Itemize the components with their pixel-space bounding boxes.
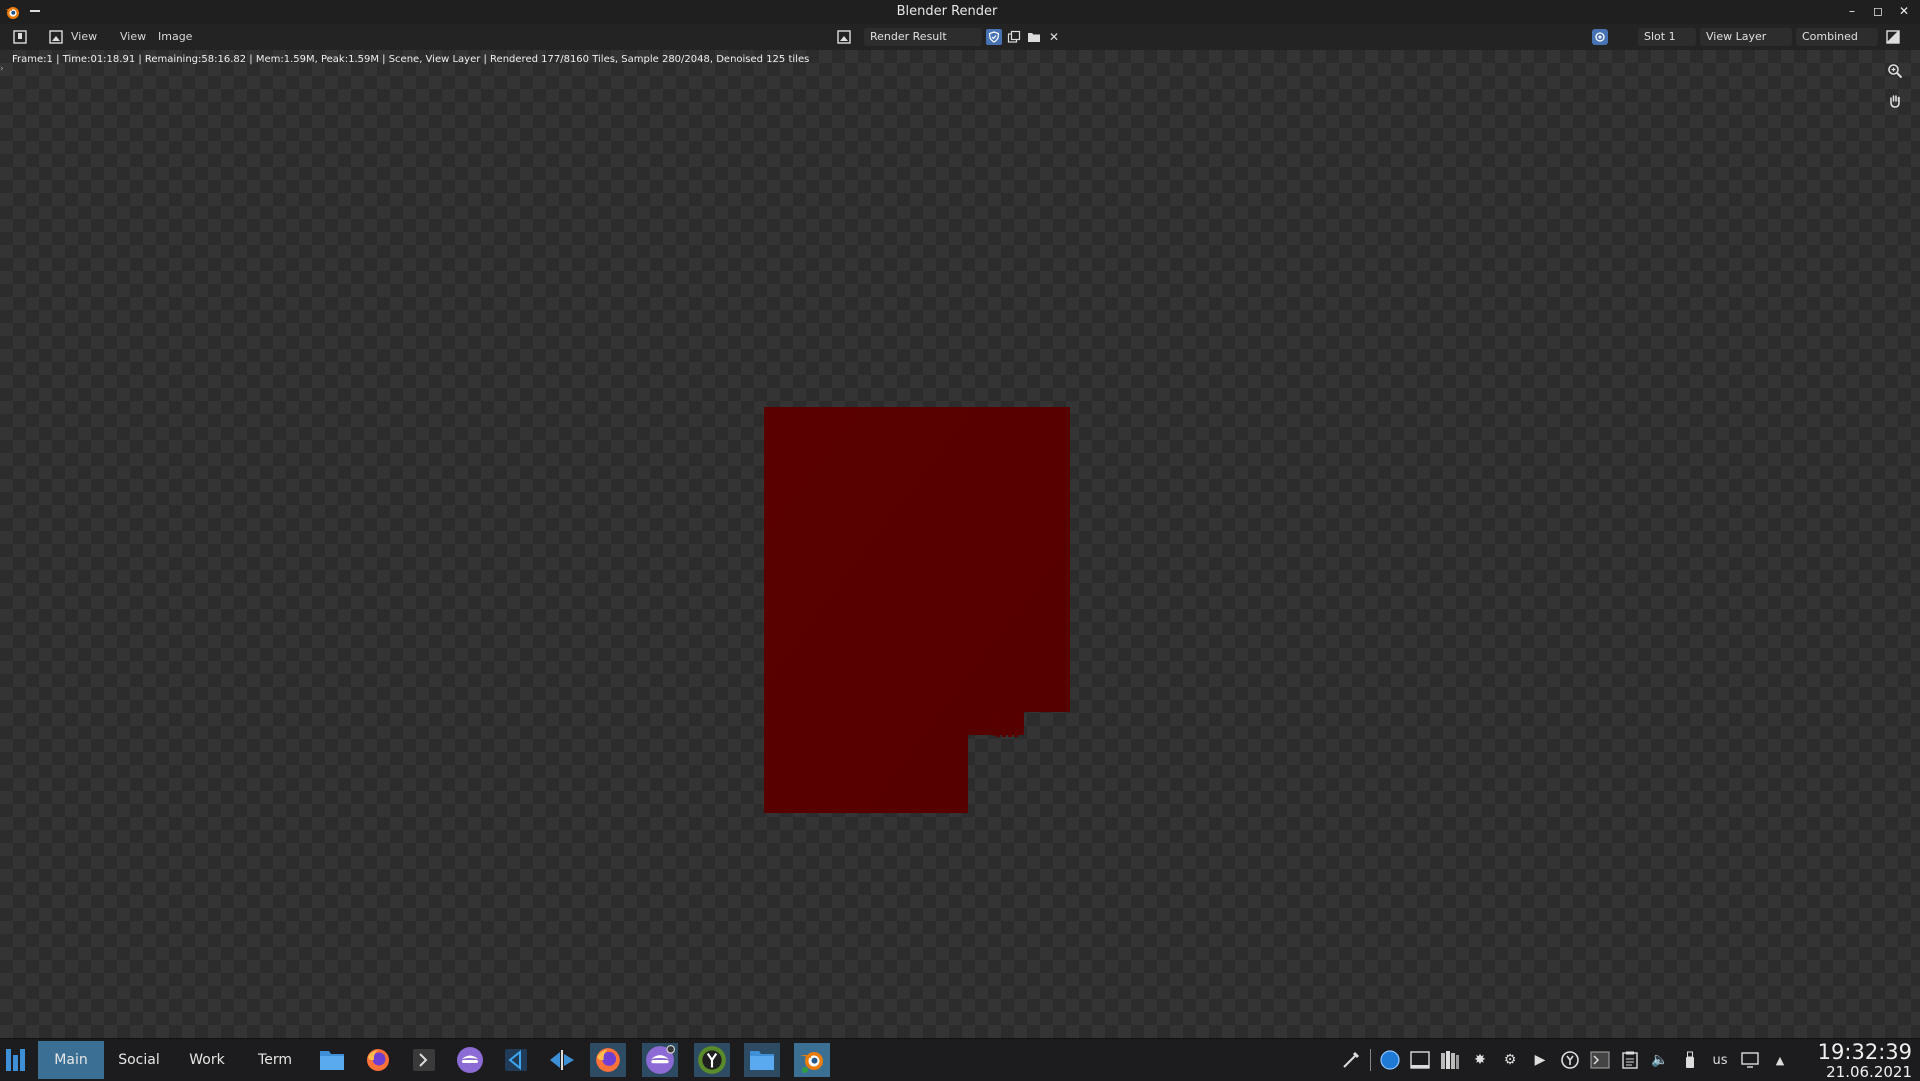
firefox-icon[interactable] xyxy=(360,1043,396,1077)
window-title: Blender Render xyxy=(896,4,998,19)
render-result-image xyxy=(764,407,1070,813)
color-picker-icon[interactable] xyxy=(1340,1049,1362,1071)
clock-time: 19:32:39 xyxy=(1817,1040,1912,1064)
keepassxc-icon[interactable] xyxy=(1559,1049,1581,1071)
image-view-icon[interactable] xyxy=(48,29,64,45)
terminal-tray-icon[interactable] xyxy=(1589,1049,1611,1071)
image-viewport[interactable]: Frame:1 | Time:01:18.91 | Remaining:58:1… xyxy=(0,50,1920,1038)
desktop-tab-work[interactable]: Work xyxy=(176,1041,238,1079)
kdeconnect-icon[interactable] xyxy=(544,1043,580,1077)
keepass-window-icon[interactable] xyxy=(694,1043,730,1077)
render-pass-dropdown[interactable]: Combined xyxy=(1796,28,1878,46)
fake-user-shield-icon[interactable] xyxy=(986,29,1002,45)
maximize-button[interactable]: ◻ xyxy=(1870,3,1886,19)
file-manager-window-icon[interactable] xyxy=(744,1043,780,1077)
signal-window-icon[interactable] xyxy=(642,1043,678,1077)
terminal-icon[interactable] xyxy=(406,1043,442,1077)
library-icon[interactable] xyxy=(1439,1049,1461,1071)
view-mode-dropdown[interactable]: View xyxy=(71,28,97,46)
clock[interactable]: 19:32:39 21.06.2021 xyxy=(1818,1041,1912,1081)
start-menu-icon[interactable] xyxy=(4,1047,30,1073)
clock-date: 21.06.2021 xyxy=(1826,1063,1912,1081)
media-icon[interactable]: ▶ xyxy=(1529,1049,1551,1071)
minimize-button[interactable]: – xyxy=(1844,3,1860,19)
duplicate-image-icon[interactable] xyxy=(1006,29,1022,45)
signal-icon[interactable] xyxy=(452,1043,488,1077)
blender-window-icon[interactable] xyxy=(794,1043,830,1077)
pan-hand-icon[interactable] xyxy=(1884,90,1906,112)
menu-image[interactable]: Image xyxy=(158,28,192,46)
editor-type-icon[interactable] xyxy=(12,29,28,45)
bug-icon[interactable]: ✸ xyxy=(1469,1049,1491,1071)
arrow-up-icon[interactable]: ▲ xyxy=(1769,1049,1791,1071)
clipboard-icon[interactable] xyxy=(1619,1049,1641,1071)
desktop-tab-term[interactable]: Term xyxy=(244,1041,306,1079)
image-editor-header: View View Image Render Result ✕ Slot 1 V… xyxy=(0,24,1920,50)
update-icon[interactable]: ⚙ xyxy=(1499,1049,1521,1071)
image-browse-icon[interactable] xyxy=(836,29,852,45)
unlink-image-close-icon[interactable]: ✕ xyxy=(1046,29,1062,45)
title-bar: Blender Render – ◻ ✕ xyxy=(0,0,1920,24)
close-button[interactable]: ✕ xyxy=(1896,3,1912,19)
window-icon[interactable] xyxy=(1409,1049,1431,1071)
firefox-window-icon[interactable] xyxy=(590,1043,626,1077)
slot-dropdown[interactable]: Slot 1 xyxy=(1638,28,1696,46)
zoom-icon[interactable] xyxy=(1884,60,1906,82)
sidebar-expand-arrow-icon[interactable]: › xyxy=(0,64,4,74)
keyboard-layout-indicator[interactable]: us xyxy=(1709,1049,1731,1071)
taskbar: Main Social Work Term ✸ ⚙ ▶ 🔈 us ▲ 19:32… xyxy=(0,1038,1920,1081)
volume-icon[interactable]: 🔈 xyxy=(1649,1049,1671,1071)
display-icon[interactable] xyxy=(1739,1049,1761,1071)
render-stats-text: Frame:1 | Time:01:18.91 | Remaining:58:1… xyxy=(12,54,810,65)
open-image-folder-icon[interactable] xyxy=(1026,29,1042,45)
circle-app-icon[interactable] xyxy=(1379,1049,1401,1071)
view-layer-dropdown[interactable]: View Layer xyxy=(1700,28,1792,46)
overlay-toggle-icon[interactable] xyxy=(1592,29,1608,45)
usb-icon[interactable] xyxy=(1679,1049,1701,1071)
menu-view[interactable]: View xyxy=(120,28,146,46)
vscode-icon[interactable] xyxy=(498,1043,534,1077)
tray-divider xyxy=(1370,1049,1371,1071)
file-manager-icon[interactable] xyxy=(314,1043,350,1077)
image-name-field[interactable]: Render Result xyxy=(864,28,982,46)
desktop-tab-social[interactable]: Social xyxy=(108,1041,170,1079)
display-channels-icon[interactable] xyxy=(1885,29,1901,45)
desktop-tab-main[interactable]: Main xyxy=(38,1041,104,1079)
